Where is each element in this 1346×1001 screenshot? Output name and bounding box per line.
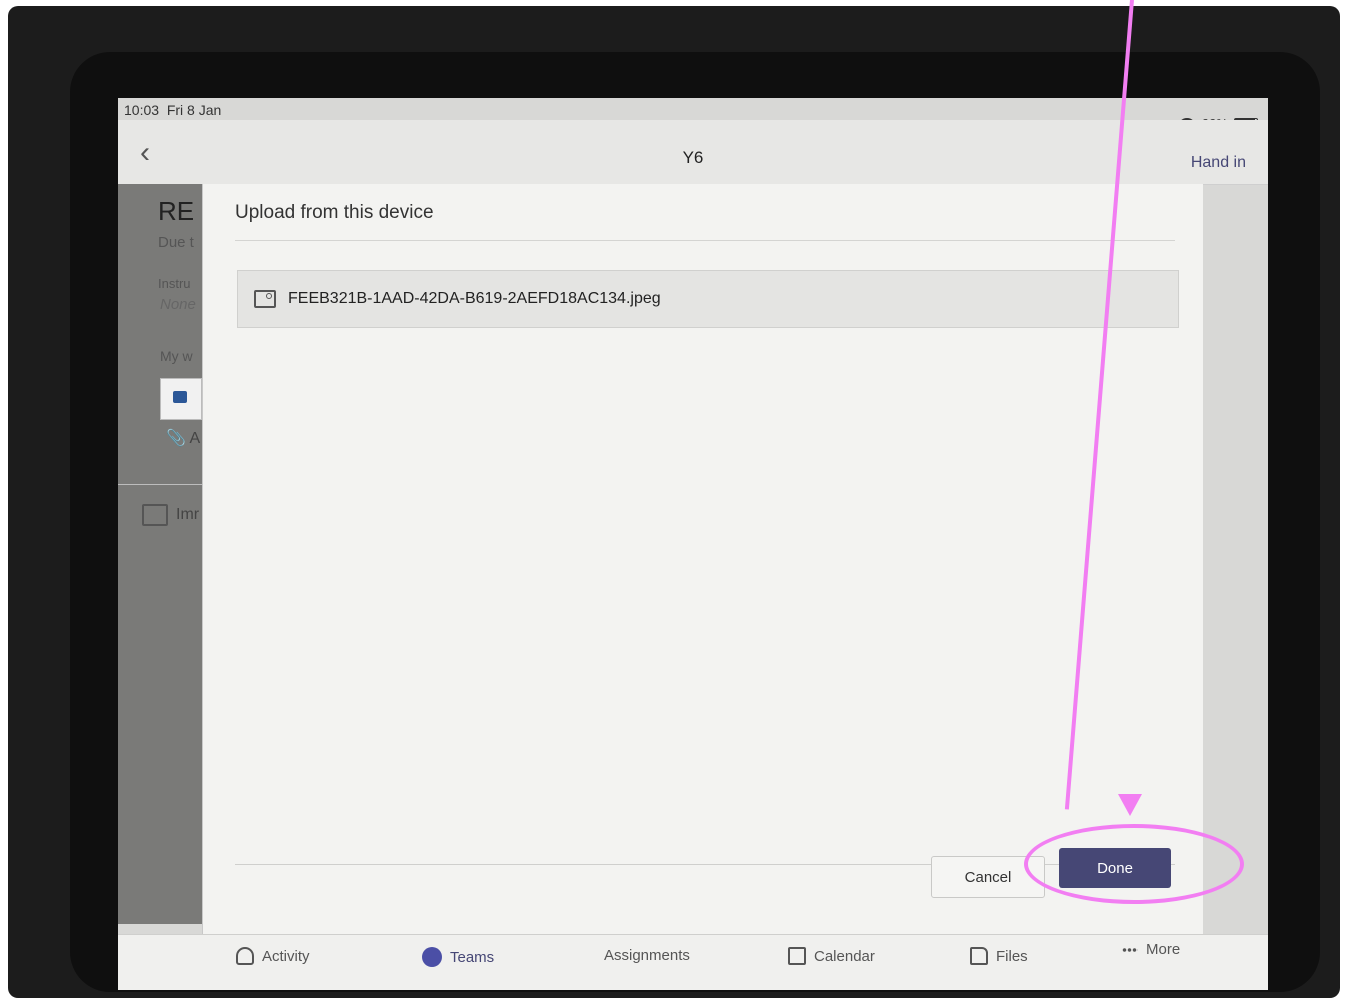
word-file-icon xyxy=(173,391,187,403)
instructions-value: None xyxy=(160,296,196,313)
upload-dialog: Upload from this device FEEB321B-1AAD-42… xyxy=(202,184,1203,934)
hand-in-button[interactable]: Hand in xyxy=(1191,154,1246,172)
dialog-title: Upload from this device xyxy=(235,202,434,223)
nav-bar: ‹ Y6 Hand in xyxy=(118,120,1268,185)
status-bar: 10:03 Fri 8 Jan 99% xyxy=(118,98,1268,131)
page-title: Y6 xyxy=(682,148,704,167)
assignment-title: RE xyxy=(158,196,195,226)
tab-files[interactable]: Files xyxy=(970,947,1028,965)
tab-calendar[interactable]: Calendar xyxy=(788,947,875,965)
annotation-arrow-head xyxy=(1118,794,1142,816)
status-time: 10:03 Fri 8 Jan xyxy=(124,102,222,118)
bottom-tab-bar: Activity Teams Assignments Calendar File… xyxy=(118,934,1268,990)
uploaded-file-row[interactable]: FEEB321B-1AAD-42DA-B619-2AEFD18AC134.jpe… xyxy=(237,270,1179,328)
more-icon xyxy=(1122,947,1138,952)
immersive-reader-button[interactable]: Imr xyxy=(142,504,199,526)
image-icon xyxy=(254,290,276,308)
tab-more[interactable]: More xyxy=(1122,941,1180,958)
instructions-label: Instru xyxy=(158,276,191,291)
work-file-tile[interactable] xyxy=(160,378,202,420)
attach-button[interactable]: 📎 A xyxy=(166,428,200,448)
my-work-label: My w xyxy=(160,348,193,364)
immersive-reader-icon xyxy=(142,504,168,526)
bell-icon xyxy=(236,947,254,965)
calendar-icon xyxy=(788,947,806,965)
file-name: FEEB321B-1AAD-42DA-B619-2AEFD18AC134.jpe… xyxy=(288,290,661,307)
tab-assignments[interactable]: Assignments xyxy=(604,947,690,964)
dialog-divider xyxy=(235,240,1175,241)
file-icon xyxy=(970,947,988,965)
teams-icon xyxy=(422,947,442,967)
annotation-highlight-ellipse xyxy=(1024,824,1244,904)
tab-teams[interactable]: Teams xyxy=(422,947,494,967)
due-date-label: Due t xyxy=(158,234,194,251)
tab-activity[interactable]: Activity xyxy=(236,947,310,965)
